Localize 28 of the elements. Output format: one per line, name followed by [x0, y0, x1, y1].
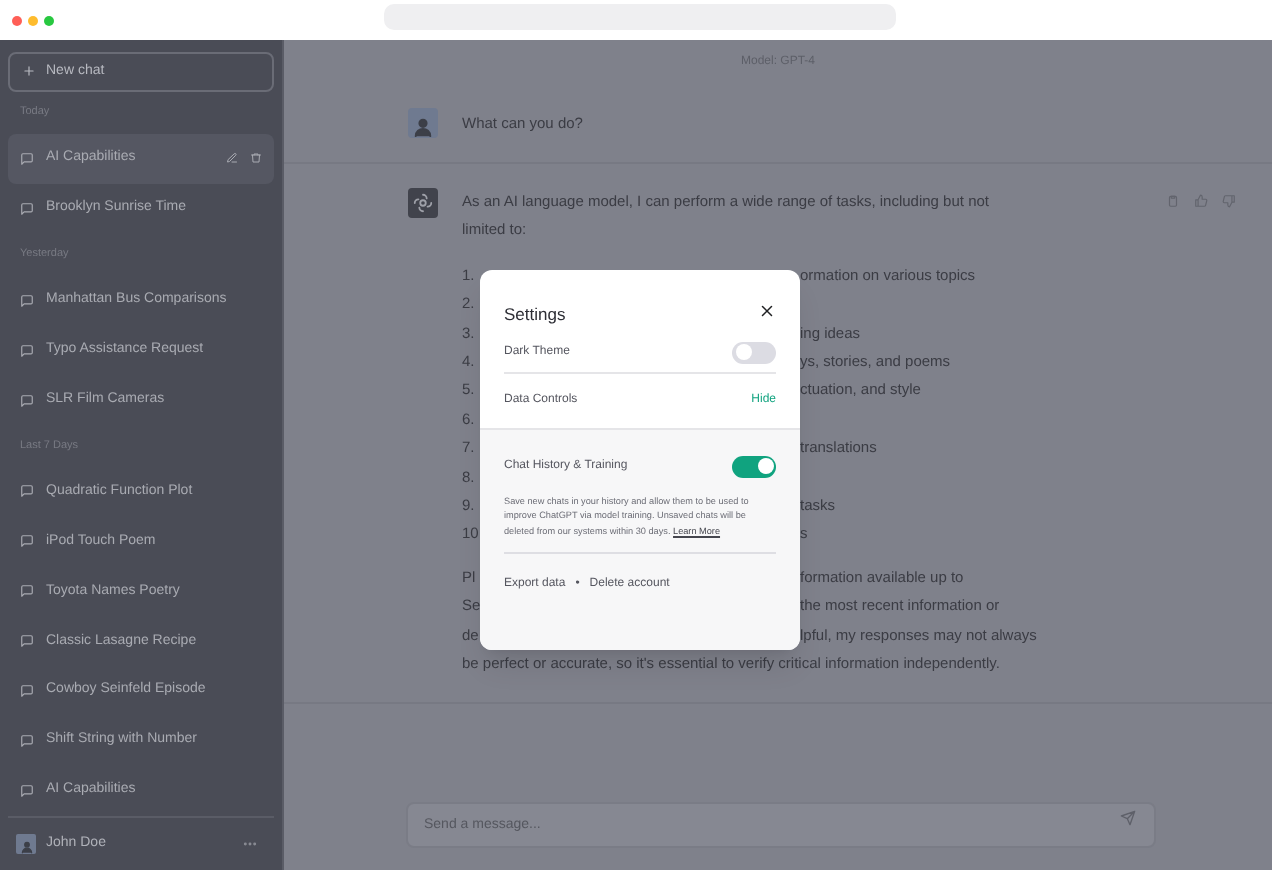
plus-icon	[22, 64, 36, 79]
chat-bubble-icon	[20, 201, 34, 216]
chat-bubble-icon	[20, 784, 34, 799]
thumbs-up-icon[interactable]	[1194, 194, 1208, 208]
chat-bubble-icon	[20, 151, 34, 166]
person-silhouette-icon	[19, 840, 33, 855]
chat-bubble-icon	[20, 293, 34, 308]
close-icon[interactable]	[758, 302, 776, 320]
close-window-icon[interactable]	[12, 15, 22, 25]
chat-bubble-icon	[20, 484, 34, 499]
send-icon[interactable]	[1120, 810, 1136, 826]
chat-bubble-icon	[20, 393, 34, 408]
toggle-switch[interactable]	[732, 455, 776, 477]
minimize-window-icon[interactable]	[28, 15, 38, 25]
chat-bubble-icon	[20, 634, 34, 649]
clipboard-icon[interactable]	[1166, 194, 1180, 208]
chat-bubble-icon	[20, 534, 34, 549]
chat-bubble-icon	[20, 684, 34, 699]
person-silhouette-icon	[412, 116, 434, 138]
dialog-title: Settings	[504, 302, 566, 328]
pencil-icon[interactable]	[226, 152, 238, 165]
chat-bubble-icon	[20, 584, 34, 599]
chat-bubble-icon	[20, 734, 34, 749]
trash-icon[interactable]	[250, 152, 262, 165]
thumbs-down-icon[interactable]	[1222, 194, 1236, 208]
chat-bubble-icon	[20, 343, 34, 358]
toggle-switch[interactable]	[732, 341, 776, 363]
maximize-window-icon[interactable]	[44, 15, 54, 25]
